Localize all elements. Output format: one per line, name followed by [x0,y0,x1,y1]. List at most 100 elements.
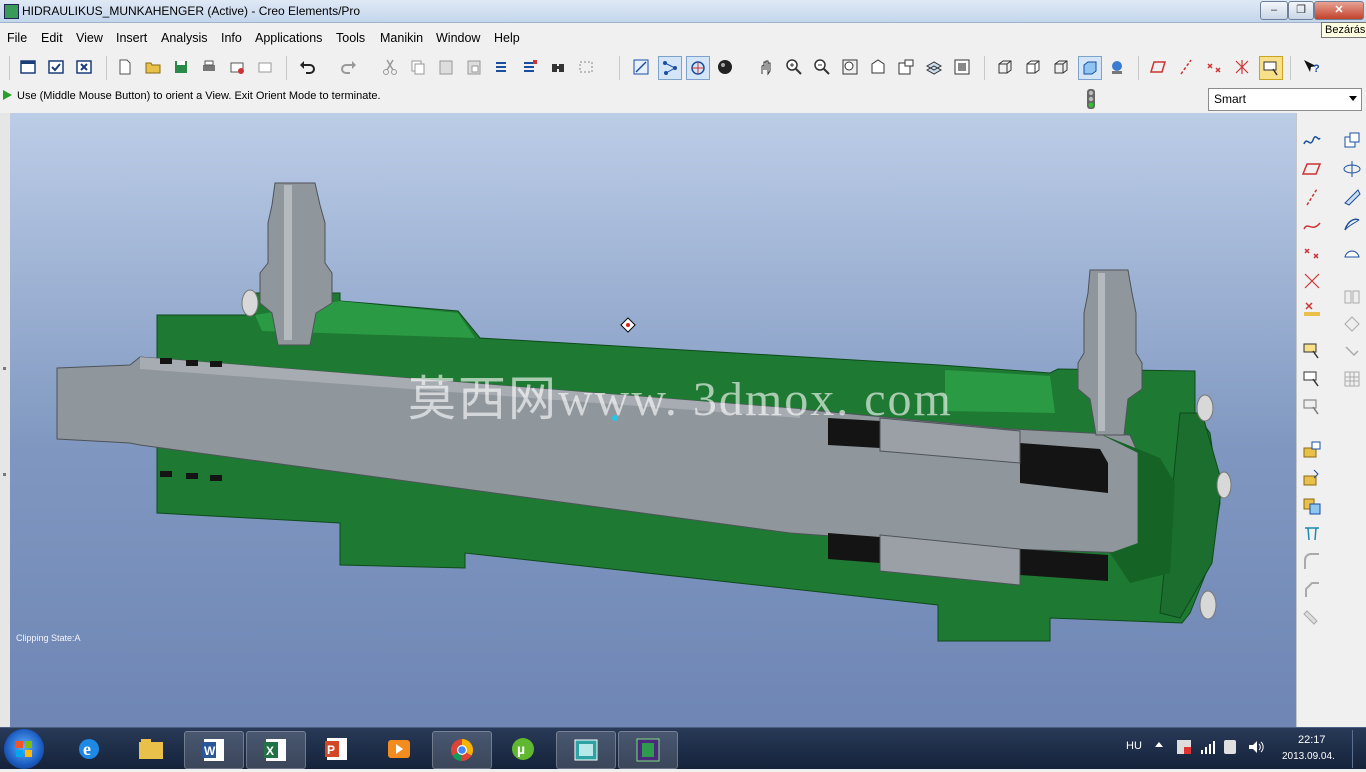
taskbar-chrome[interactable] [432,731,492,769]
spin-center-icon[interactable] [686,56,710,80]
paste-special-icon[interactable] [463,56,485,78]
left-panel-edge[interactable] [0,113,10,727]
hole-icon[interactable] [1341,129,1363,151]
curve-icon[interactable] [1301,214,1323,236]
refit-icon[interactable] [839,56,861,78]
find-icon[interactable] [547,56,569,78]
start-button[interactable] [4,729,44,769]
point-icon[interactable] [1301,242,1323,264]
window-close-icon[interactable] [73,56,95,78]
annotation-display-icon[interactable] [1259,56,1283,80]
open-folder-icon[interactable] [142,56,164,78]
reorient-icon[interactable] [867,56,889,78]
repaint-icon[interactable] [630,56,652,78]
trim-icon[interactable] [1341,340,1363,362]
close-button[interactable]: ✕ [1314,1,1364,20]
shading-sphere-icon[interactable] [714,56,736,78]
volume-icon[interactable] [1248,740,1264,754]
graphics-viewport[interactable]: 莫西网www. 3dmox. com Clipping State:A [10,113,1296,727]
taskbar-word[interactable]: W [184,731,244,769]
select-box-icon[interactable] [575,56,597,78]
menu-help[interactable]: Help [494,31,520,45]
edge-chamfer-icon[interactable] [1301,607,1323,629]
taskbar-excel[interactable]: X [246,731,306,769]
redo-icon[interactable] [338,56,360,78]
rib-icon[interactable] [1341,186,1363,208]
clock-date[interactable]: 2013.09.04. [1282,751,1335,762]
menu-view[interactable]: View [76,31,103,45]
show-hidden-icons-icon[interactable] [1155,742,1163,747]
regen-manager-icon[interactable] [519,56,541,78]
undo-icon[interactable] [296,56,318,78]
draft-icon[interactable] [1301,523,1323,545]
orient-mode-icon[interactable] [658,56,682,80]
window-activate-icon[interactable] [17,56,39,78]
paste-icon[interactable] [435,56,457,78]
view-manager-icon[interactable] [951,56,973,78]
enhanced-realism-icon[interactable] [1106,56,1128,78]
mirror-icon[interactable] [1341,286,1363,308]
shaded-view-icon[interactable] [1078,56,1102,80]
menu-file[interactable]: File [7,31,27,45]
taskbar-file-explorer[interactable] [122,731,180,767]
copy-icon[interactable] [407,56,429,78]
action-center-icon[interactable] [1177,740,1191,754]
pan-hand-icon[interactable] [755,56,777,78]
revolve-icon[interactable] [1341,158,1363,180]
maximize-button[interactable]: ❐ [1288,1,1314,20]
send-link-icon[interactable] [254,56,276,78]
menu-applications[interactable]: Applications [255,31,322,45]
no-hidden-icon[interactable] [1050,56,1072,78]
coordinate-systems-icon[interactable] [1231,56,1253,78]
csys-icon[interactable] [1301,270,1323,292]
zoom-in-icon[interactable] [783,56,805,78]
new-file-icon[interactable] [114,56,136,78]
plane-icon[interactable] [1301,158,1323,180]
menu-edit[interactable]: Edit [41,31,63,45]
language-indicator[interactable]: HU [1126,740,1142,752]
analysis-feature-icon[interactable] [1301,298,1323,320]
datum-points-icon[interactable] [1203,56,1225,78]
chamfer-icon[interactable] [1301,579,1323,601]
menu-analysis[interactable]: Analysis [161,31,208,45]
saved-views-icon[interactable] [895,56,917,78]
print-icon[interactable] [198,56,220,78]
menu-info[interactable]: Info [221,31,242,45]
traffic-light-icon[interactable] [1085,89,1097,109]
note-icon[interactable] [1301,368,1323,390]
menu-insert[interactable]: Insert [116,31,147,45]
context-help-icon[interactable]: ? [1300,56,1322,78]
datum-axes-icon[interactable] [1175,56,1197,78]
taskbar-creo[interactable] [556,731,616,769]
taskbar-utorrent[interactable]: µ [494,731,552,767]
zoom-out-icon[interactable] [811,56,833,78]
taskbar-media-player[interactable] [370,731,428,767]
window-close-check-icon[interactable] [45,56,67,78]
merge-icon[interactable] [1341,313,1363,335]
revolve-feature-icon[interactable] [1301,467,1323,489]
cut-icon[interactable] [379,56,401,78]
axis-icon[interactable] [1301,186,1323,208]
send-mail-icon[interactable] [226,56,248,78]
extrude-icon[interactable] [1301,439,1323,461]
taskbar-app-window[interactable] [618,731,678,769]
regenerate-icon[interactable] [491,56,513,78]
show-desktop-button[interactable] [1352,730,1365,768]
shell-icon[interactable] [1341,242,1363,264]
taskbar-internet-explorer[interactable]: e [60,731,118,767]
hidden-line-icon[interactable] [1022,56,1044,78]
signal-icon[interactable] [1200,740,1216,754]
sweep-icon[interactable] [1341,214,1363,236]
layers-icon[interactable] [923,56,945,78]
save-icon[interactable] [170,56,192,78]
datum-planes-icon[interactable] [1147,56,1169,78]
annotation-feature-icon[interactable] [1301,340,1323,362]
minimize-button[interactable]: – [1260,1,1288,20]
menu-tools[interactable]: Tools [336,31,365,45]
selection-filter-dropdown[interactable]: Smart [1208,88,1362,111]
menu-manikin[interactable]: Manikin [380,31,423,45]
battery-icon[interactable] [1224,740,1236,754]
clock-time[interactable]: 22:17 [1298,734,1326,746]
sketch-datum-icon[interactable] [1301,129,1323,151]
taskbar-powerpoint[interactable]: P [308,731,366,767]
